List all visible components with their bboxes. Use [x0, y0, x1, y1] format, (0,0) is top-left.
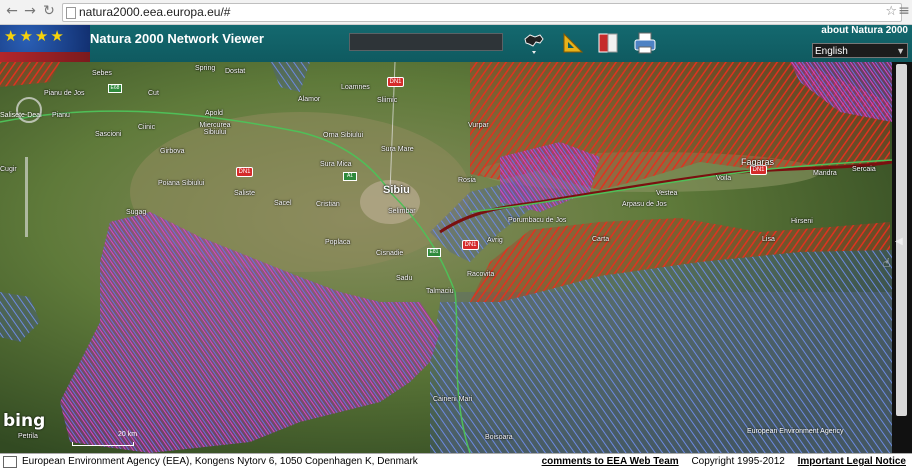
- map-label: Poplaca: [325, 239, 351, 246]
- map-label: Avrig: [487, 237, 503, 244]
- scale-bar: [72, 442, 134, 446]
- map-label: Dostat: [225, 68, 246, 75]
- footer-links: comments to EEA Web Team Copyright 1995-…: [532, 456, 906, 467]
- copyright-text: Copyright 1995-2012: [691, 456, 785, 467]
- map-label: Vestea: [656, 190, 678, 197]
- map-label: Sascioni: [95, 131, 122, 138]
- map-label: Sadu: [396, 275, 413, 282]
- map-label: Cut: [148, 90, 159, 97]
- map-label: Cisnadie: [376, 250, 404, 257]
- map-label: Porumbacu de Jos: [508, 217, 567, 224]
- legal-notice-link[interactable]: Important Legal Notice: [798, 456, 906, 467]
- print-icon[interactable]: [632, 30, 658, 56]
- menu-icon[interactable]: ≡: [896, 3, 912, 19]
- map-label: Saliste: [234, 190, 256, 197]
- map-label: Caineni Mari: [433, 396, 473, 403]
- map-label: Fagaras: [741, 157, 775, 167]
- fold-icon[interactable]: [3, 456, 17, 468]
- language-select[interactable]: English ▼: [812, 43, 908, 58]
- map-label: Boisoara: [485, 434, 513, 441]
- back-icon[interactable]: ←: [4, 3, 20, 19]
- scale-label: 20 km: [118, 431, 138, 438]
- map-label: Sercaia: [852, 166, 876, 173]
- road-shield-dn1-avrig: DN1: [462, 240, 479, 250]
- address-bar[interactable]: natura2000.eea.europa.eu/# ☆: [62, 3, 902, 22]
- map-label: Cugir: [0, 166, 17, 173]
- page-footer: European Environment Agency (EEA), Konge…: [0, 453, 912, 470]
- page-icon: [66, 7, 76, 19]
- map-label: Poiana Sibiului: [158, 180, 205, 187]
- footer-org: European Environment Agency (EEA), Konge…: [22, 456, 418, 467]
- map-label: Sebes: [92, 70, 112, 77]
- cursor-hand-icon: ☝: [883, 256, 891, 270]
- about-natura2000-link[interactable]: about Natura 2000: [821, 25, 908, 36]
- map-label: Pianu: [52, 112, 70, 119]
- map-label: Hirseni: [791, 218, 813, 225]
- comments-link[interactable]: comments to EEA Web Team: [542, 456, 679, 467]
- map-label: Sacel: [274, 200, 292, 207]
- map-label: Sugag: [126, 209, 147, 216]
- map-label: Mandra: [813, 170, 837, 177]
- map-label: Voila: [716, 175, 732, 182]
- reload-icon[interactable]: ↻: [41, 3, 57, 19]
- road-shield-dn1: DN1: [236, 167, 253, 177]
- panel-toggle-icon[interactable]: ◀: [895, 236, 903, 247]
- pan-control[interactable]: [16, 97, 42, 123]
- chevron-down-icon: ▼: [896, 46, 905, 56]
- map-canvas[interactable]: [0, 62, 892, 453]
- side-panel-scrollbar[interactable]: ◀: [892, 62, 912, 453]
- browser-toolbar: ← → ↻ natura2000.eea.europa.eu/# ☆ ≡: [0, 0, 912, 25]
- measure-icon[interactable]: [560, 30, 586, 56]
- map-label: Alamor: [298, 96, 321, 103]
- map-label: Miercurea Sibiului: [199, 122, 231, 136]
- world-map-icon[interactable]: [521, 30, 547, 56]
- map-label: Selimbar: [388, 208, 416, 215]
- map-label: Sliimic: [377, 97, 398, 104]
- map-label: Racovita: [467, 271, 495, 278]
- road-shield-a1: A1: [343, 172, 357, 181]
- map-label: Sura Mare: [381, 146, 414, 153]
- forward-icon[interactable]: →: [22, 3, 38, 19]
- language-value: English: [815, 46, 848, 57]
- map-label: Ciinic: [138, 124, 156, 131]
- map-label: Vurpar: [468, 122, 489, 129]
- map-label: Lisa: [762, 236, 775, 243]
- road-shield-e81: E81: [427, 248, 441, 257]
- map-label: Apold: [205, 110, 223, 117]
- bing-logo: bing: [3, 411, 46, 431]
- map-label: Rosia: [458, 177, 476, 184]
- map-label: Girbova: [160, 148, 185, 155]
- url-text[interactable]: natura2000.eea.europa.eu/#: [79, 5, 230, 19]
- map-view[interactable]: Salisete-Deal DN1 DN1 DN1 DN1 E68 A1 E81…: [0, 62, 892, 453]
- pan-label: Salisete-Deal: [0, 112, 42, 119]
- map-label-city: Sibiu: [383, 184, 410, 196]
- road-shield-dn14: DN1: [387, 77, 404, 87]
- map-label: Pianu de Jos: [44, 90, 85, 97]
- map-label: Carta: [592, 236, 610, 243]
- search-input[interactable]: [349, 33, 503, 51]
- map-label: Sura Mica: [320, 161, 352, 168]
- map-label: Orna Sibiului: [323, 132, 364, 139]
- map-label: Loamnes: [341, 84, 370, 91]
- bookmark-icon[interactable]: [595, 30, 621, 56]
- map-attribution: European Environment Agency: [747, 428, 844, 435]
- map-label: Spring: [195, 65, 216, 72]
- map-label: Petrila: [18, 433, 38, 440]
- zoom-slider[interactable]: [25, 157, 28, 237]
- road-shield-e68: E68: [108, 84, 122, 93]
- app-title: Natura 2000 Network Viewer: [90, 31, 264, 46]
- map-label: Cristian: [316, 201, 340, 208]
- map-label: Talmaciu: [426, 288, 454, 295]
- map-label: Arpasu de Jos: [622, 201, 667, 208]
- eu-flag-logo: ★★★★: [0, 25, 90, 62]
